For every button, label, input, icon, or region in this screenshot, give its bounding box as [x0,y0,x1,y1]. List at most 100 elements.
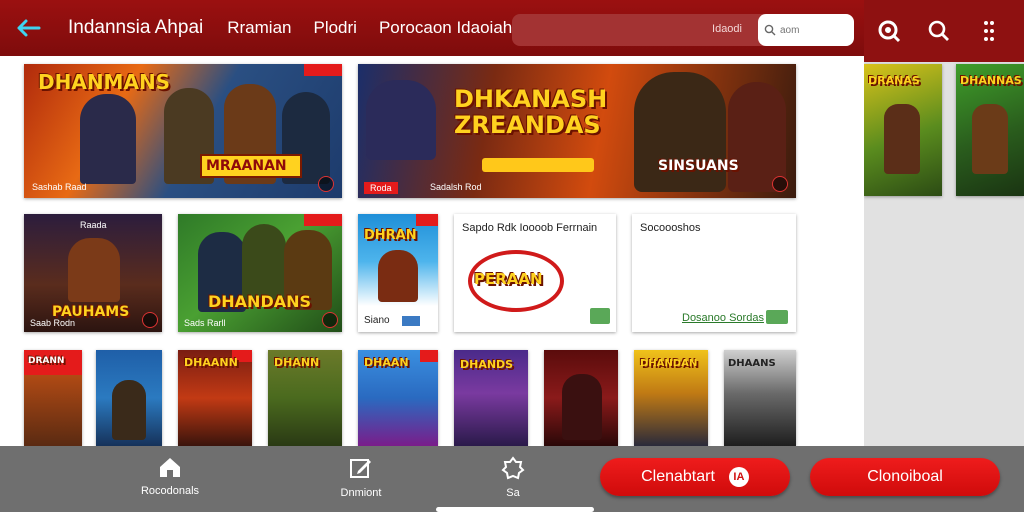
card-top-label: Raada [80,220,107,230]
game-card-small[interactable]: DHAANS [724,350,796,446]
card-subtitle: SINSUANS [658,158,739,174]
home-icon [160,458,180,477]
banner-text: MRAANAN [206,158,287,174]
card-title: DHAANS [728,358,776,369]
share-icon[interactable] [142,312,158,328]
card-link[interactable]: Dosanoo Sordas [682,312,764,324]
bottom-navigation-bar: Rocodonals Dnmiont Sa Clenabtart IA Clon… [0,446,1024,512]
preview-card-one[interactable]: DRANAS [864,64,942,196]
card-title: DHAAN [364,356,409,369]
side-preview-panel: DRANAS DHANNAS [864,62,1024,446]
game-card-small[interactable]: DHAAN [358,350,438,446]
card-caption: Sads Rarll [184,318,226,328]
card-title: DRANN [28,356,65,366]
search-button[interactable] [914,0,964,62]
game-card-info[interactable]: Sapdo Rdk Ioooob Ferrnain PERAAN [454,214,616,332]
game-card-small[interactable]: DHAANN [178,350,252,446]
nav-edit-label: Dnmiont [340,487,382,499]
back-arrow-icon [17,19,41,37]
search-field[interactable] [758,14,854,46]
card-caption: Siano [364,315,390,326]
nav-home[interactable]: Rocodonals [125,456,215,497]
nav-favorites-label: Sa [506,487,520,499]
app-header: Indannsia Ahpai Rramian Plodri Porocaon … [0,0,864,56]
preview-hero-figure [884,104,920,174]
close-circle-icon[interactable]: IA [728,467,749,487]
game-card-small[interactable]: DHANDAN [634,350,708,446]
preview-card-two[interactable]: DHANNAS [956,64,1024,196]
hero-figure [80,94,136,184]
hero-figure [562,374,602,440]
hero-figure [378,250,418,302]
new-ribbon [304,64,342,76]
home-indicator [436,507,594,512]
secondary-action-label: Clonoiboal [867,468,943,485]
more-menu-button[interactable] [964,0,1014,62]
badge-icon [402,316,420,326]
zoom-search-icon [878,20,901,43]
cta-strip [482,158,594,172]
search-input[interactable] [780,24,844,36]
tab-second[interactable]: Plodri [313,18,356,38]
nav-home-label: Rocodonals [140,485,200,497]
game-card-small[interactable]: DHANN [268,350,342,446]
card-title: DHANDS [460,358,514,371]
primary-action-label: Clenabtart [641,468,715,485]
card-title: DHANMANS [38,70,171,94]
card-description: Sapdo Rdk Ioooob Ferrnain [462,222,598,234]
card-title: DHANDANS [208,292,312,311]
preview-card-two-title: DHANNAS [960,74,1022,87]
edit-icon [350,459,371,478]
more-vertical-icon [984,21,994,41]
search-icon [764,24,776,36]
hero-figure [366,80,436,160]
new-ribbon [416,214,438,226]
share-icon[interactable] [772,176,788,192]
primary-action-button[interactable]: Clenabtart IA [600,458,790,496]
preview-hero-figure [972,104,1008,174]
new-ribbon [304,214,342,226]
tab-first[interactable]: Rramian [227,18,291,38]
card-title: DHRAN [364,228,417,243]
nav-favorites[interactable]: Sa [468,456,558,499]
hero-figure [112,380,146,440]
game-card-tile[interactable]: Raada PAUHAMS Saab Rodn [24,214,162,332]
nav-edit[interactable]: Dnmiont [316,456,406,499]
card-caption: Sadalsh Rod [430,182,482,192]
game-card-info[interactable]: Socoooshos Dosanoo Sordas [632,214,796,332]
tab-third[interactable]: Porocaon Idaoiahin [379,18,526,38]
logo-text: PERAAN [474,270,543,288]
magnifier-icon [928,20,949,41]
game-card-tile[interactable]: DHANDANS Sads Rarll [178,214,342,332]
secondary-action-button[interactable]: Clonoiboal [810,458,1000,496]
hero-figure [634,72,726,192]
game-card-small[interactable] [544,350,618,446]
game-card-featured-left[interactable]: DHANMANS MRAANAN Sashab Raad [24,64,342,198]
game-card-small[interactable]: DHANDS [454,350,528,446]
app-title: Indannsia Ahpai [68,17,204,38]
main-content: DHANMANS MRAANAN Sashab Raad DHKANASH ZR… [0,56,864,446]
card-title: DHAANN [184,356,238,369]
card-caption: Sashab Raad [32,182,87,192]
preview-card-one-title: DRANAS [868,74,920,87]
search-hint: Idaodi [712,23,742,35]
status-chip [590,308,610,324]
zoom-search-button[interactable] [864,0,914,62]
game-card-small[interactable]: DRANN [24,350,82,446]
right-toolbar [864,0,1024,62]
share-icon[interactable] [322,312,338,328]
card-title: DHANN [274,356,320,369]
game-card-tile[interactable]: DHRAN Siano [358,214,438,332]
card-description: Socoooshos [640,222,701,234]
game-card-small[interactable] [96,350,162,446]
card-caption: Saab Rodn [30,318,76,328]
share-icon[interactable] [318,176,334,192]
game-card-featured-wide[interactable]: DHKANASH ZREANDAS SINSUANS Roda Sadalsh … [358,64,796,198]
card-chip: Roda [364,182,398,194]
status-chip [766,310,788,324]
search-bar[interactable]: Idaodi [512,14,854,46]
card-title: DHANDAN [640,358,698,369]
back-button[interactable] [0,0,56,56]
hero-figure [68,238,120,302]
new-ribbon [420,350,438,362]
